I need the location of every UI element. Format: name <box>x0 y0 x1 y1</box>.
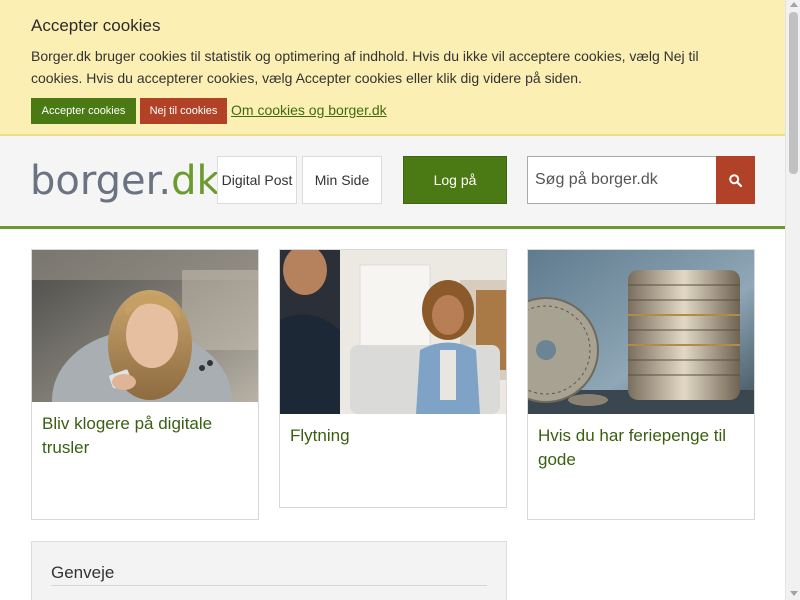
card-digital-threats[interactable]: Bliv klogere på digitale trusler <box>31 249 259 520</box>
logo-text-dk: dk <box>171 158 220 204</box>
card-title: Bliv klogere på digitale trusler <box>42 414 213 457</box>
cookie-banner-text: Borger.dk bruger cookies til statistik o… <box>31 48 699 86</box>
search-placeholder: Søg på borger.dk <box>535 171 658 188</box>
divider <box>51 585 487 586</box>
search-icon <box>729 173 742 187</box>
borger-dk-logo[interactable]: borger.dk <box>30 156 220 206</box>
shortcuts-panel: Genveje <box>31 541 507 600</box>
card-title: Hvis du har feriepenge til gode <box>538 426 727 469</box>
coin-stacks-photo <box>528 250 754 414</box>
cookie-banner: Accepter cookies Borger.dk bruger cookie… <box>0 0 785 136</box>
login-button[interactable]: Log på <box>403 156 507 204</box>
search-input[interactable]: Søg på borger.dk <box>527 156 717 204</box>
card-holiday-pay[interactable]: Hvis du har feriepenge til gode <box>527 249 755 520</box>
reject-cookies-button[interactable]: Nej til cookies <box>140 98 227 124</box>
cookie-banner-title: Accepter cookies <box>31 16 161 35</box>
logo-text-borger: borger. <box>30 158 172 204</box>
scroll-up-arrow-icon[interactable] <box>790 2 798 7</box>
woman-with-phone-photo <box>32 250 258 402</box>
shortcuts-title: Genveje <box>51 563 115 582</box>
cookie-info-link[interactable]: Om cookies og borger.dk <box>231 102 387 118</box>
nav-min-side[interactable]: Min Side <box>302 156 382 204</box>
moving-couple-photo <box>280 250 506 414</box>
card-moving[interactable]: Flytning <box>279 249 507 508</box>
scrollbar-thumb[interactable] <box>789 12 798 174</box>
accept-cookies-button[interactable]: Accepter cookies <box>31 98 136 124</box>
search-button[interactable] <box>716 156 755 204</box>
card-title: Flytning <box>290 426 350 445</box>
nav-digital-post[interactable]: Digital Post <box>217 156 297 204</box>
page-scrollbar[interactable] <box>785 0 800 600</box>
site-header: borger.dk Digital Post Min Side Log på S… <box>0 136 785 229</box>
scroll-down-arrow-icon[interactable] <box>790 591 798 596</box>
